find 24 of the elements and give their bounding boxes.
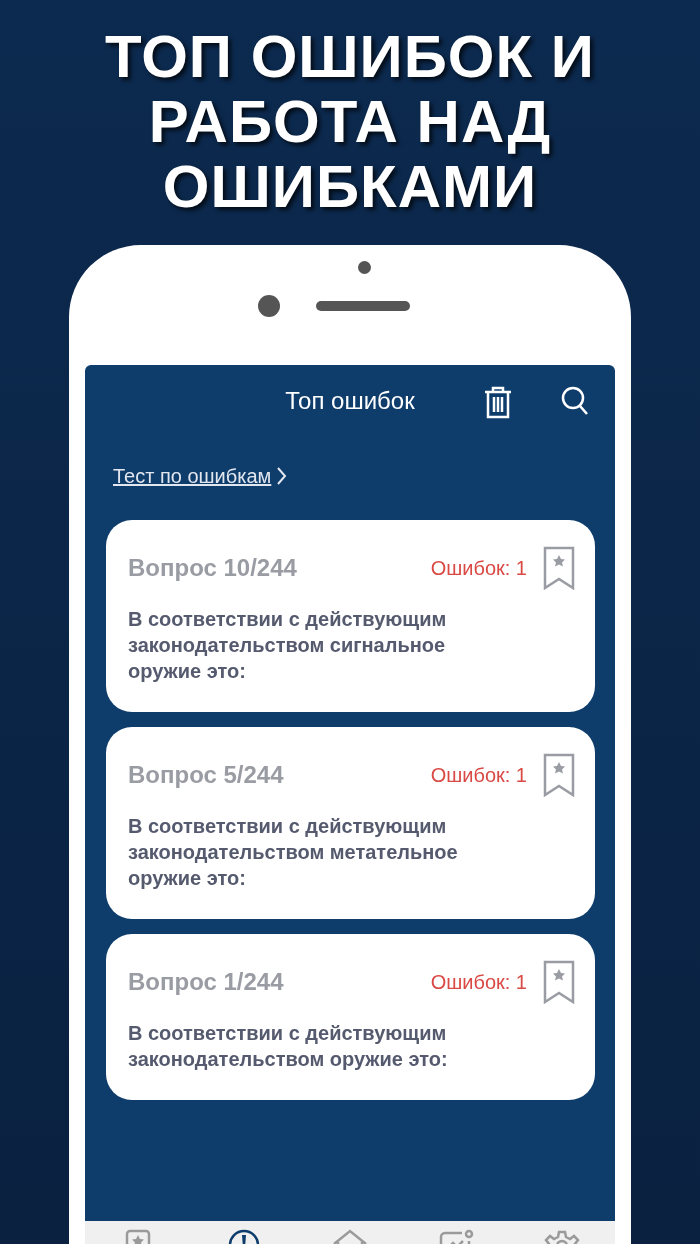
question-number: Вопрос 10/244 — [128, 554, 298, 582]
bookmark-icon[interactable] — [543, 960, 575, 1004]
trash-icon[interactable] — [483, 385, 513, 419]
question-number: Вопрос 5/244 — [128, 761, 285, 789]
question-text: В соответствии с действующим законодательством оружие это: — [128, 1021, 449, 1072]
question-text: В соответствии с действующим законодательством сигнальное оружие это: — [128, 607, 448, 684]
headline-line: ОШИБКАМИ — [162, 154, 538, 219]
bookmark-icon[interactable] — [543, 546, 575, 590]
headline-line: РАБОТА НАД — [148, 89, 552, 154]
question-text: В соответствии с действующим законодательством метательное оружие это: — [128, 814, 459, 891]
question-card[interactable]: Вопрос 5/244 Ошибок: 1 В соответствии с действующим законодательством метательное оружие это: — [106, 727, 595, 919]
question-card[interactable]: Вопрос 1/244 Ошибок: 1 В соответствии с действующим законодательством оружие это: — [106, 934, 595, 1100]
camera-lens — [258, 295, 280, 317]
question-number: Вопрос 1/244 — [128, 968, 285, 996]
error-count: Ошибок: 1 — [430, 763, 527, 787]
error-count: Ошибок: 1 — [430, 556, 527, 580]
error-count: Ошибок: 1 — [430, 970, 527, 994]
bookmark-icon[interactable] — [543, 753, 575, 797]
camera-dot — [358, 261, 371, 274]
test-link[interactable]: Тест по ошибкам — [113, 464, 272, 488]
headline-line: ТОП ОШИБОК И — [105, 24, 595, 89]
chevron-right-icon — [277, 467, 288, 485]
screen-title: Топ ошибок — [285, 387, 415, 415]
question-card[interactable]: Вопрос 10/244 Ошибок: 1 В соответствии с действующим законодательством сигнальное оружие это: — [106, 520, 595, 712]
